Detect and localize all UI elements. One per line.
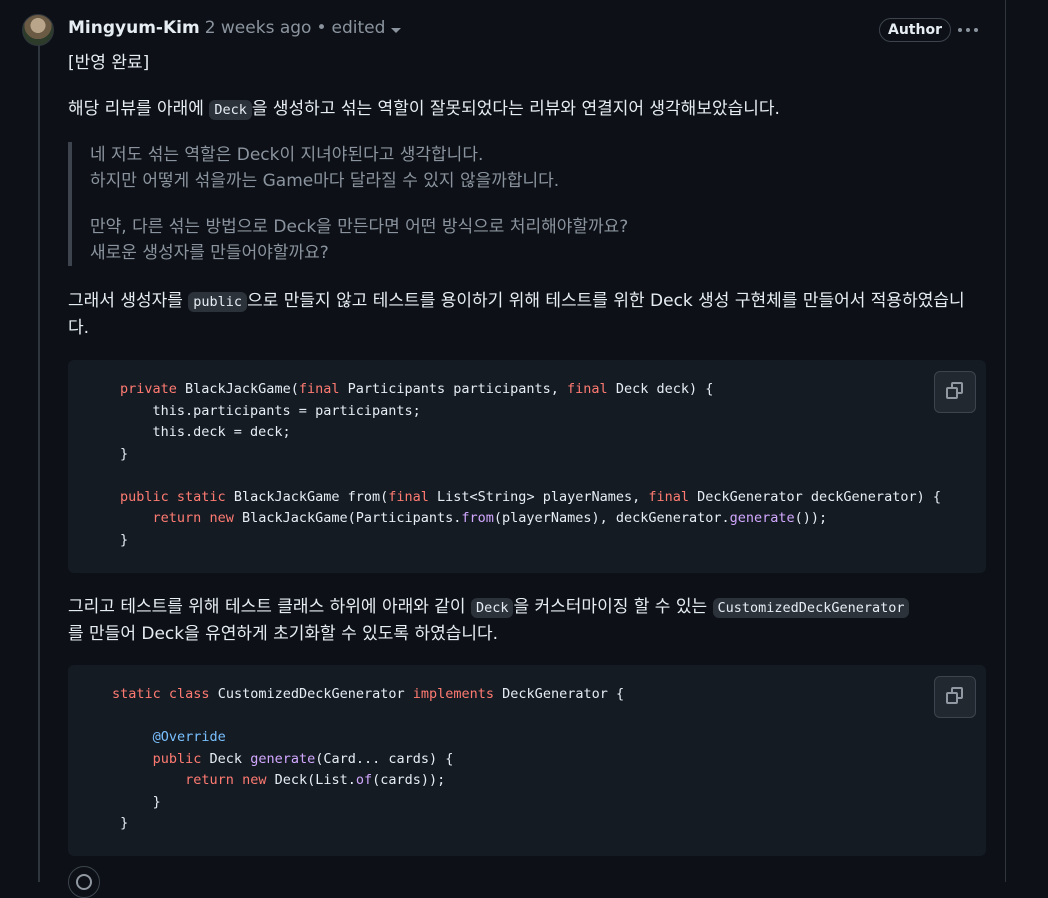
author-badge: Author <box>879 18 951 42</box>
comment-header: Mingyum-Kim 2 weeks ago • edited <box>68 15 402 41</box>
separator: • <box>316 18 327 38</box>
timeline-line <box>38 44 40 882</box>
paragraph-3: 그래서 생성자를 public 으로 만들지 않고 테스트를 용이하기 위해 테스… <box>68 291 965 338</box>
comment-border <box>1005 0 1006 882</box>
copy-icon[interactable] <box>934 676 976 718</box>
kebab-icon[interactable] <box>958 28 978 32</box>
inline-code-deck-2: Deck <box>470 598 514 618</box>
author-name[interactable]: Mingyum-Kim <box>68 18 200 38</box>
inline-code-deck: Deck <box>209 100 252 120</box>
paragraph-2: 해당 리뷰를 아래에 Deck 을 생성하고 섞는 역할이 잘못되었다는 리뷰와 … <box>68 99 780 120</box>
copy-icon[interactable] <box>934 371 976 413</box>
inline-code-generator: CustomizedDeckGenerator <box>712 598 910 618</box>
quote-paragraph-1: 네 저도 섞는 역할은 Deck이 지녀야된다고 생각합니다. 하지만 어떻게 섞… <box>90 145 560 191</box>
paragraph-4: 그리고 테스트를 위해 테스트 클래스 하위에 아래와 같이 Deck 을 커스터… <box>68 594 986 647</box>
inline-code-public: public <box>188 292 248 312</box>
paragraph-1: [반영 완료] <box>68 53 150 73</box>
edited-label[interactable]: edited <box>331 18 385 38</box>
quote-paragraph-2: 만약, 다른 섞는 방법으로 Deck을 만든다면 어떤 방식으로 처리해야할까… <box>90 217 629 263</box>
blockquote: 네 저도 섞는 역할은 Deck이 지녀야된다고 생각합니다. 하지만 어떻게 섞… <box>68 142 968 266</box>
caret-down-icon[interactable] <box>391 27 402 33</box>
avatar[interactable] <box>22 14 54 46</box>
comment-time[interactable]: 2 weeks ago <box>205 18 312 38</box>
code-block-2: static class CustomizedDeckGenerator imp… <box>68 665 986 856</box>
smiley-icon[interactable] <box>68 866 100 898</box>
code-block-1: private BlackJackGame(final Participants… <box>68 360 986 573</box>
